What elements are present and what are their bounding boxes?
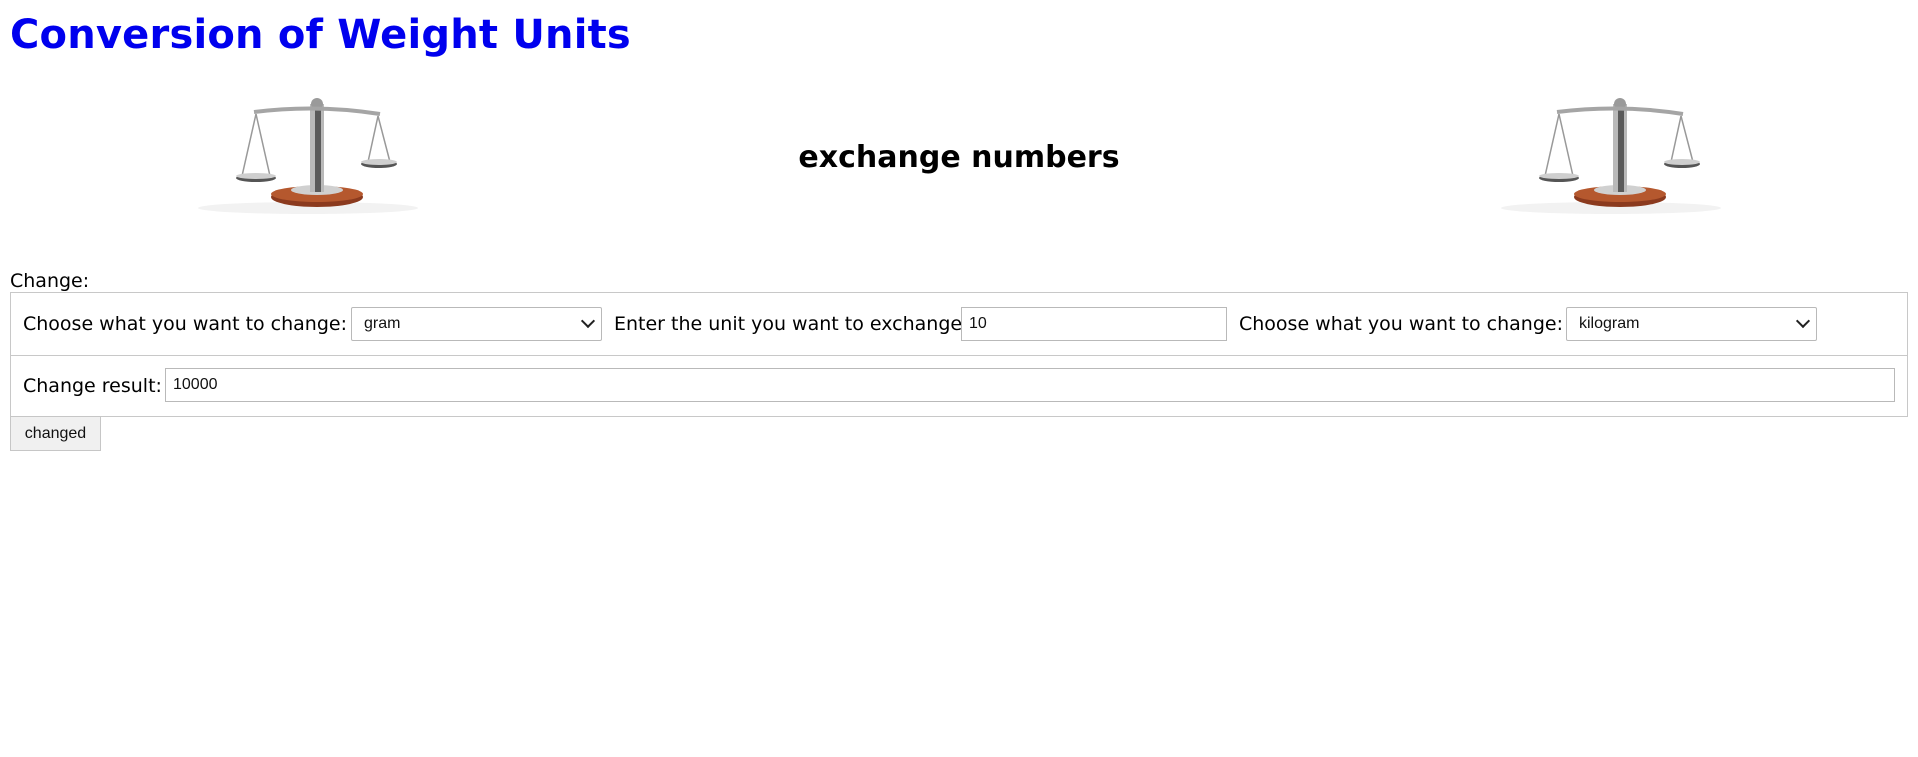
changed-button[interactable]: changed	[10, 416, 101, 451]
result-label: Change result:	[23, 375, 162, 397]
page-title: Conversion of Weight Units	[10, 12, 631, 58]
conversion-fieldset: Choose what you want to change: gram Ent…	[10, 292, 1908, 356]
result-input[interactable]: 10000	[165, 368, 1895, 402]
amount-label: Enter the unit you want to exchange	[614, 313, 963, 335]
balance-scale-icon	[1485, 90, 1737, 216]
from-unit-label: Choose what you want to change:	[23, 313, 348, 335]
change-label: Change:	[10, 270, 90, 292]
amount-input[interactable]: 10	[961, 307, 1227, 341]
to-unit-select[interactable]: kilogram	[1566, 307, 1817, 341]
from-unit-value: gram	[364, 315, 401, 332]
chevron-down-icon	[1795, 313, 1811, 329]
from-unit-select[interactable]: gram	[351, 307, 602, 341]
to-unit-label: Choose what you want to change:	[1239, 313, 1564, 335]
chevron-down-icon	[580, 313, 596, 329]
to-unit-value: kilogram	[1579, 315, 1640, 332]
banner: exchange numbers	[0, 90, 1918, 218]
result-fieldset: Change result: 10000	[10, 355, 1908, 417]
